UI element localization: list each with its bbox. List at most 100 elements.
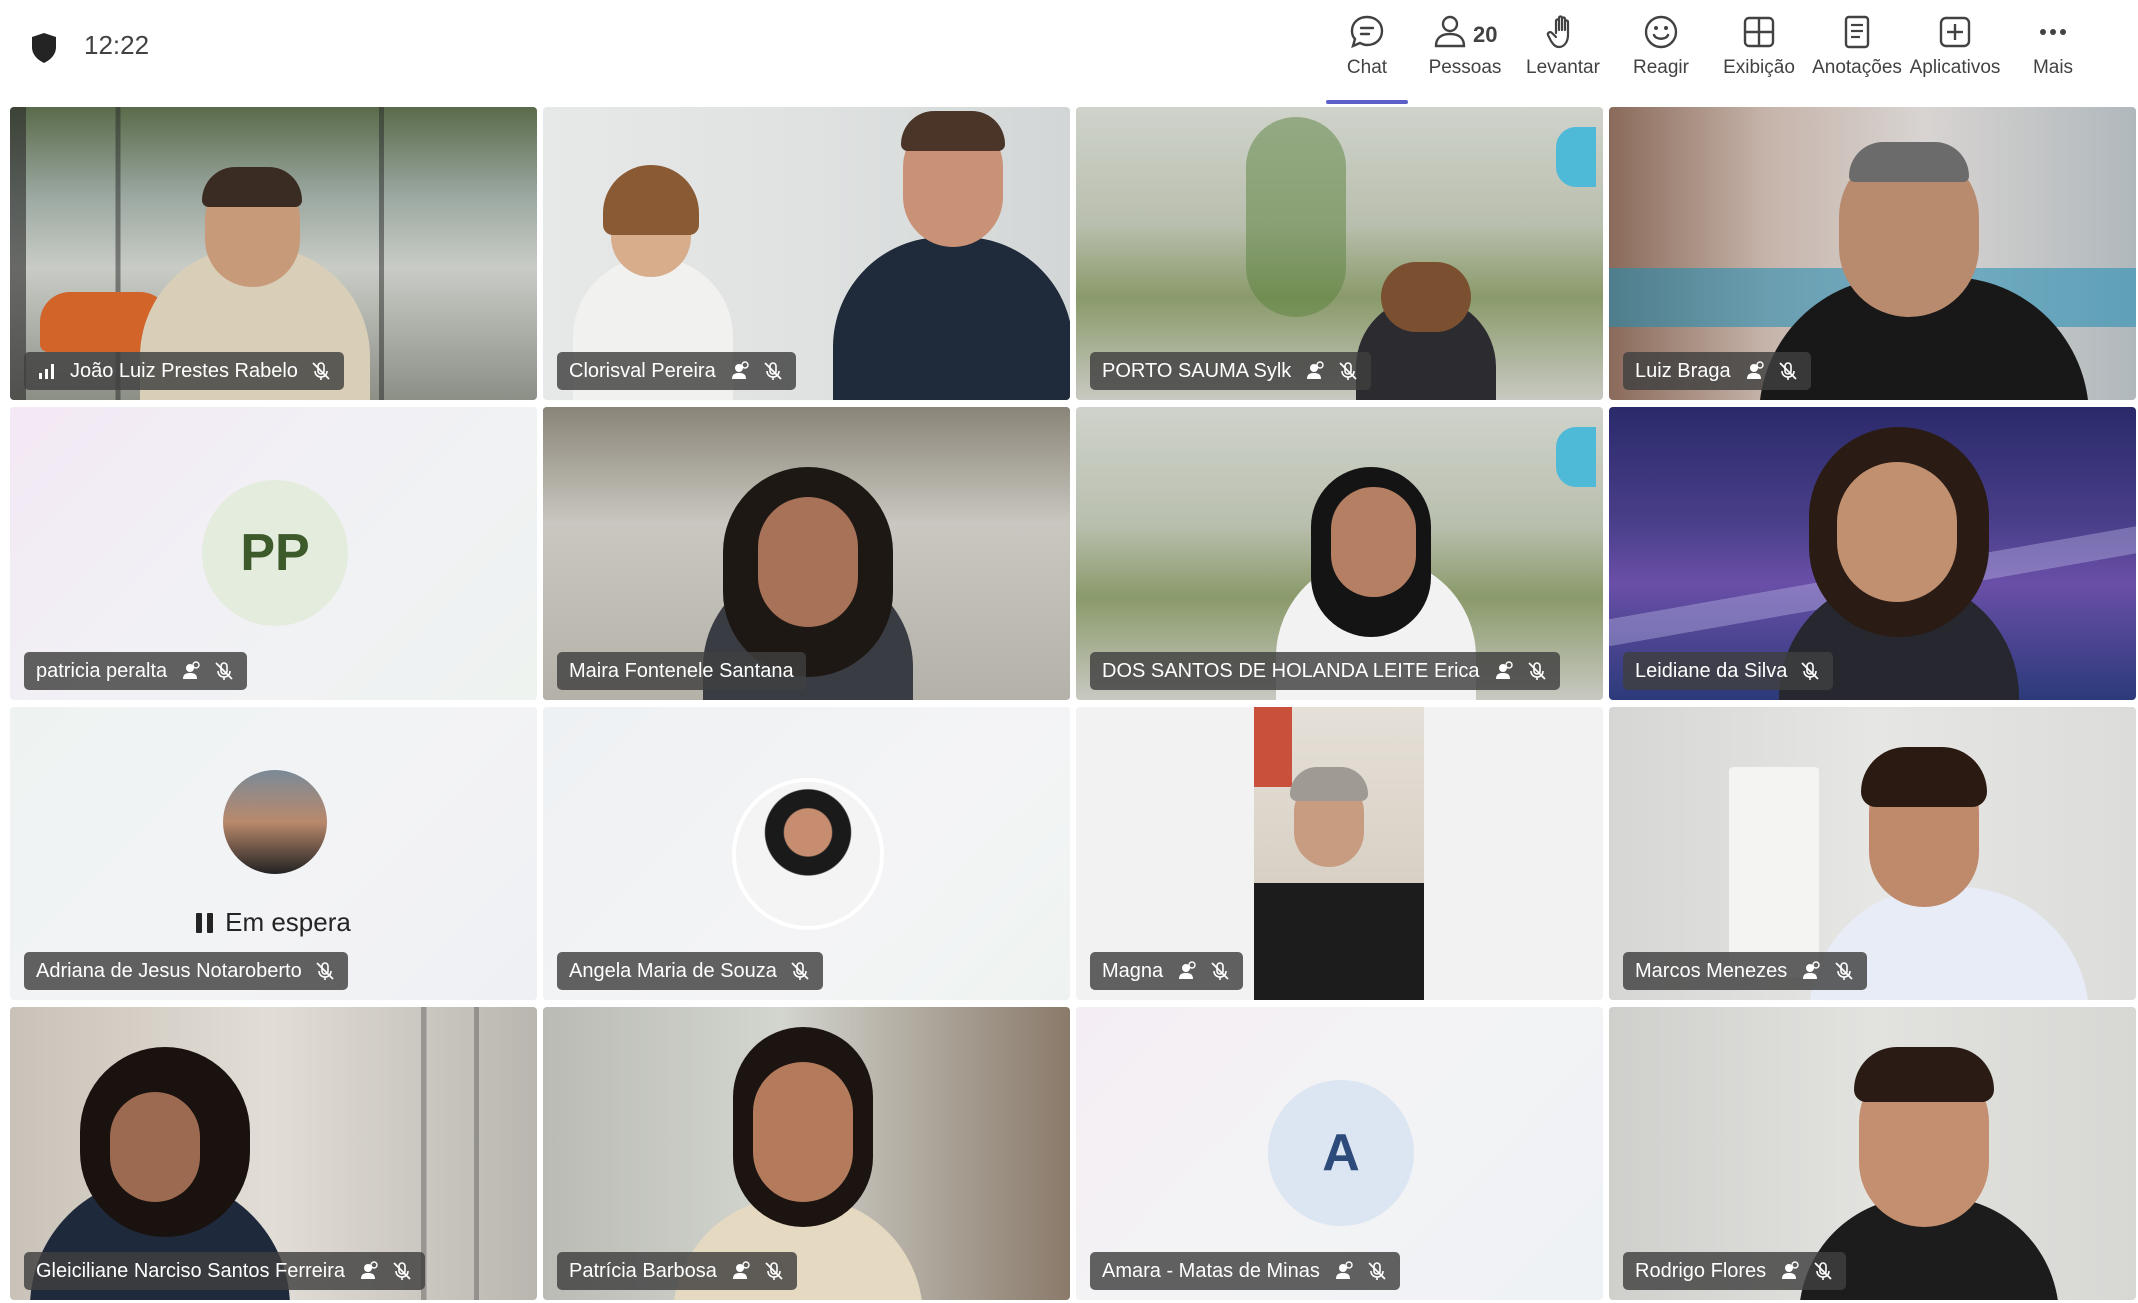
mic-off-icon bbox=[791, 962, 809, 980]
participant-name-bar: Marcos Menezes bbox=[1623, 952, 1868, 990]
mic-off-icon bbox=[1368, 1262, 1386, 1280]
external-user-icon bbox=[1335, 1261, 1353, 1279]
participant-name: Marcos Menezes bbox=[1635, 959, 1788, 982]
mic-off-icon bbox=[1778, 362, 1797, 380]
people-icon bbox=[1434, 15, 1466, 48]
participant-name-bar: Maira Fontenele Santana bbox=[557, 652, 806, 690]
external-user-icon bbox=[361, 1261, 378, 1279]
apps-button[interactable]: Aplicativos bbox=[1906, 8, 2004, 98]
mic-off-icon bbox=[312, 362, 330, 380]
chat-icon bbox=[1350, 15, 1384, 49]
participant-count: 20 bbox=[1473, 22, 1498, 47]
participant-name: patricia peralta bbox=[36, 659, 168, 682]
mic-off-icon bbox=[393, 1262, 411, 1280]
participant-tile[interactable]: PP patricia peralta bbox=[10, 407, 537, 700]
participant-name-bar: DOS SANTOS DE HOLANDA LEITE Erica bbox=[1090, 652, 1560, 690]
pause-icon bbox=[196, 912, 214, 933]
external-user-icon bbox=[1782, 1261, 1799, 1279]
external-user-icon bbox=[1495, 661, 1513, 679]
raise-hand-icon bbox=[1546, 15, 1570, 49]
participant-tile[interactable]: DOS SANTOS DE HOLANDA LEITE Erica bbox=[1076, 407, 1603, 700]
participant-tile[interactable]: Rodrigo Flores bbox=[1609, 1007, 2136, 1300]
participant-name-bar: Gleiciliane Narciso Santos Ferreira bbox=[24, 1252, 426, 1290]
participant-tile[interactable]: Em espera Adriana de Jesus Notaroberto bbox=[10, 707, 537, 1000]
participant-name: Adriana de Jesus Notaroberto bbox=[36, 959, 302, 982]
participant-name-bar: Clorisval Pereira bbox=[557, 352, 796, 390]
participant-name: Rodrigo Flores bbox=[1635, 1259, 1767, 1282]
chat-button[interactable]: Chat bbox=[1318, 8, 1416, 104]
external-user-icon bbox=[1179, 961, 1196, 979]
participant-name-bar: Patrícia Barbosa bbox=[557, 1252, 797, 1290]
external-user-icon bbox=[731, 361, 749, 379]
participant-tile[interactable]: Magna bbox=[1076, 707, 1603, 1000]
participant-name-bar: PORTO SAUMA Sylk bbox=[1090, 352, 1372, 390]
participant-name-bar: João Luiz Prestes Rabelo bbox=[24, 352, 344, 390]
more-icon bbox=[2040, 29, 2066, 35]
participant-name: Gleiciliane Narciso Santos Ferreira bbox=[36, 1259, 346, 1282]
apps-icon bbox=[1939, 16, 1971, 48]
participant-name: Magna bbox=[1102, 959, 1164, 982]
participant-tile[interactable]: Clorisval Pereira bbox=[543, 107, 1070, 400]
participant-name: PORTO SAUMA Sylk bbox=[1102, 359, 1292, 382]
signal-bars-icon bbox=[39, 364, 54, 379]
participant-name-bar: Angela Maria de Souza bbox=[557, 952, 823, 990]
avatar: A bbox=[1268, 1080, 1414, 1226]
participant-name-bar: Adriana de Jesus Notaroberto bbox=[24, 952, 348, 990]
external-user-icon bbox=[1307, 361, 1325, 379]
external-user-icon bbox=[732, 1261, 750, 1279]
participant-name: Luiz Braga bbox=[1635, 359, 1731, 382]
participant-name: DOS SANTOS DE HOLANDA LEITE Erica bbox=[1102, 659, 1480, 682]
participant-name: Angela Maria de Souza bbox=[569, 959, 777, 982]
react-icon bbox=[1644, 15, 1678, 49]
view-button[interactable]: Exibição bbox=[1710, 8, 1808, 98]
participant-tile[interactable]: Leidiane da Silva bbox=[1609, 407, 2136, 700]
participant-tile-speaking[interactable]: Maira Fontenele Santana bbox=[543, 407, 1070, 700]
participant-name-bar: Leidiane da Silva bbox=[1623, 652, 1834, 690]
participant-name-bar: Amara - Matas de Minas bbox=[1090, 1252, 1400, 1290]
mic-off-icon bbox=[215, 662, 233, 680]
react-button[interactable]: Reagir bbox=[1612, 8, 1710, 98]
more-button[interactable]: Mais bbox=[2004, 8, 2102, 98]
external-user-icon bbox=[1746, 361, 1764, 379]
view-icon bbox=[1743, 16, 1775, 48]
participant-name: Clorisval Pereira bbox=[569, 359, 716, 382]
mic-off-icon bbox=[765, 1262, 783, 1280]
mic-off-icon bbox=[1527, 662, 1546, 680]
participant-tile[interactable]: A Amara - Matas de Minas bbox=[1076, 1007, 1603, 1300]
participant-name: Leidiane da Silva bbox=[1635, 659, 1788, 682]
avatar bbox=[223, 770, 327, 874]
participant-name: João Luiz Prestes Rabelo bbox=[70, 359, 298, 382]
participant-name: Patrícia Barbosa bbox=[569, 1259, 717, 1282]
participant-name-bar: patricia peralta bbox=[24, 652, 248, 690]
notes-button[interactable]: Anotações bbox=[1808, 8, 1906, 98]
meeting-timer: 12:22 bbox=[84, 30, 150, 60]
participant-name-bar: Magna bbox=[1090, 952, 1244, 990]
participant-tile[interactable]: Gleiciliane Narciso Santos Ferreira bbox=[10, 1007, 537, 1300]
participant-tile[interactable]: PORTO SAUMA Sylk bbox=[1076, 107, 1603, 400]
external-user-icon bbox=[183, 661, 200, 679]
video-grid: João Luiz Prestes Rabelo Clorisval Perei… bbox=[10, 107, 2138, 1303]
notes-icon bbox=[1844, 15, 1870, 49]
participant-tile[interactable]: Patrícia Barbosa bbox=[543, 1007, 1070, 1300]
mic-off-icon bbox=[1339, 362, 1357, 380]
mic-off-icon bbox=[1814, 1262, 1832, 1280]
external-user-icon bbox=[1803, 961, 1820, 979]
participant-name: Amara - Matas de Minas bbox=[1102, 1259, 1320, 1282]
meeting-toolbar: Chat 20 Pessoas Levantar Reagir Exibição… bbox=[1318, 8, 2102, 104]
mic-off-icon bbox=[316, 962, 334, 980]
on-hold-status: Em espera bbox=[10, 907, 537, 938]
participant-tile[interactable]: Angela Maria de Souza bbox=[543, 707, 1070, 1000]
participant-tile[interactable]: João Luiz Prestes Rabelo bbox=[10, 107, 537, 400]
meeting-top-bar: 12:22 Chat 20 Pessoas Levantar Reagir Ex… bbox=[0, 0, 2138, 104]
mic-off-icon bbox=[1801, 662, 1819, 680]
shield-icon bbox=[32, 33, 56, 63]
participant-tile[interactable]: Luiz Braga bbox=[1609, 107, 2136, 400]
mic-off-icon bbox=[1835, 962, 1853, 980]
participant-name: Maira Fontenele Santana bbox=[569, 659, 794, 682]
participant-name-bar: Luiz Braga bbox=[1623, 352, 1811, 390]
mic-off-icon bbox=[1211, 962, 1229, 980]
people-button[interactable]: 20 Pessoas bbox=[1416, 8, 1514, 98]
participant-name-bar: Rodrigo Flores bbox=[1623, 1252, 1847, 1290]
raise-hand-button[interactable]: Levantar bbox=[1514, 8, 1612, 98]
participant-tile[interactable]: Marcos Menezes bbox=[1609, 707, 2136, 1000]
